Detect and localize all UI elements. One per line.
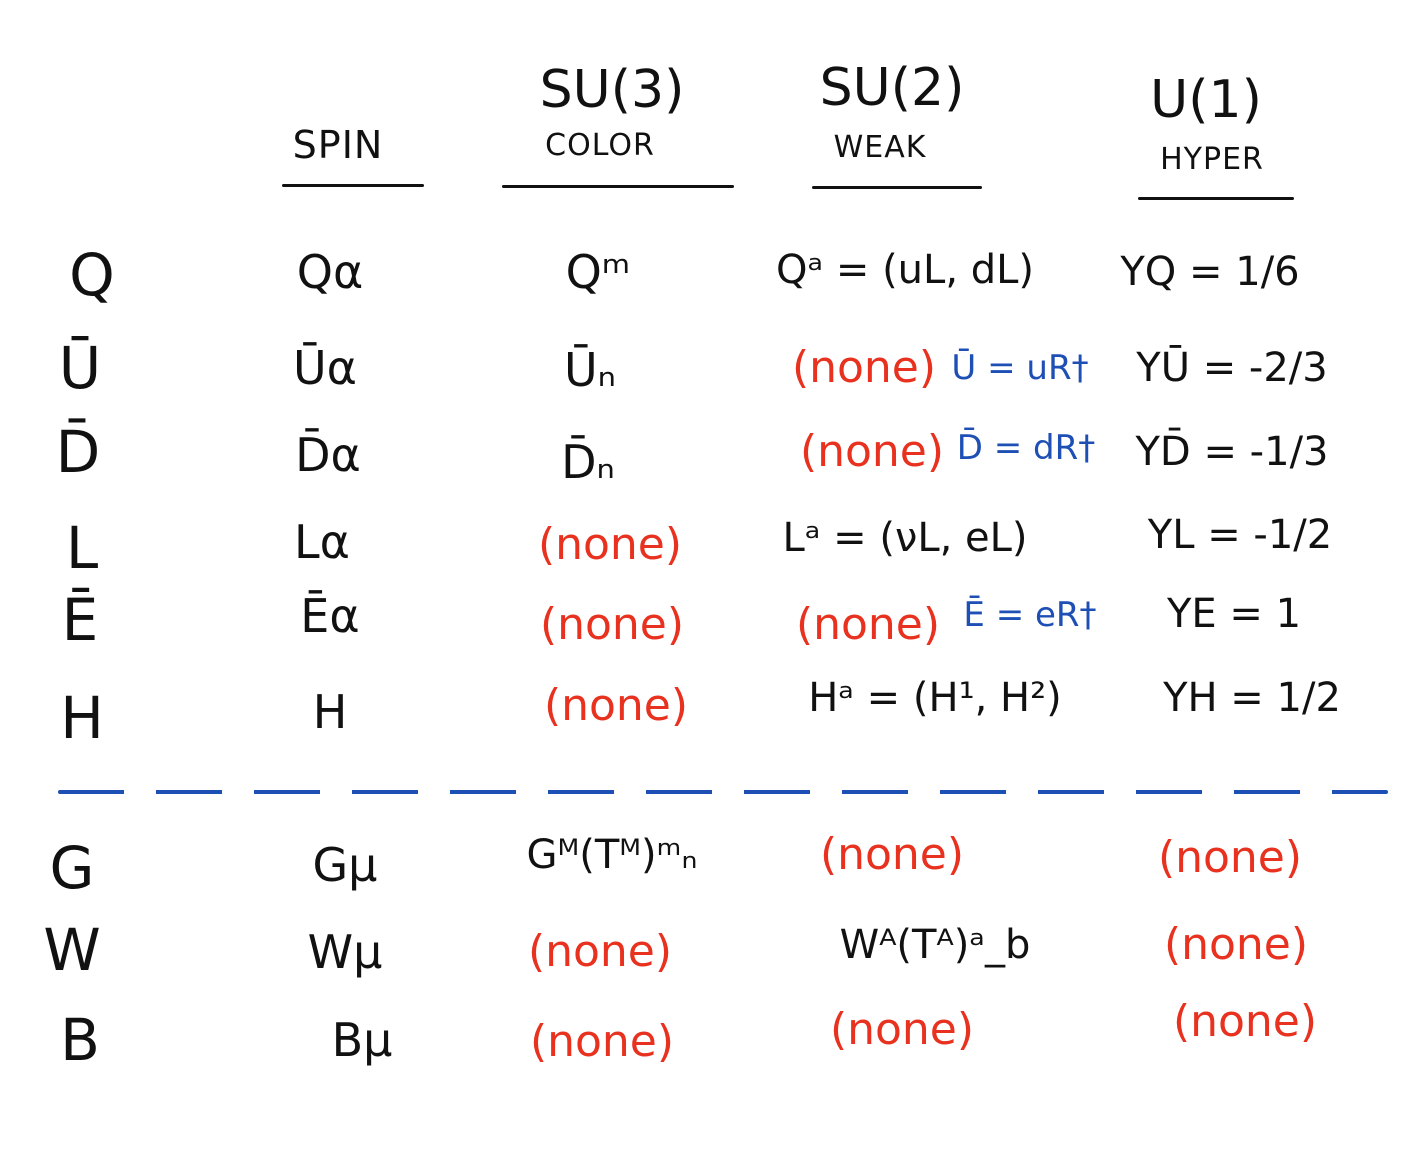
weak-note: Ū = uR† [951,348,1089,388]
header-hyper-label: HYPER [1160,142,1264,177]
header-weak-label: WEAK [833,130,927,165]
hyper-entry: YŪ = -2/3 [1136,345,1328,391]
header-weak-underline [812,186,982,189]
field-name: Ē [61,586,99,654]
spin-entry: D̄α [295,428,361,482]
field-name: L [65,514,99,582]
weak-none-label: (none) [795,599,941,650]
weak-entry: Qᵃ = (uL, dL) [775,247,1035,293]
color-none-label: (none) [539,599,685,650]
hyper-none-label: (none) [1172,996,1318,1047]
dashed-divider [58,790,1388,794]
header-color-underline [502,185,734,188]
header-weak-group: SU(2) [819,58,965,118]
weak-entry: Lᵃ = (νL, eL) [782,515,1028,561]
color-none-label: (none) [543,680,689,731]
field-name: W [43,916,101,984]
weak-none-label: (none) [799,426,945,477]
spin-entry: Wμ [307,925,383,979]
field-name: G [49,834,95,902]
spin-entry: Bμ [331,1013,393,1067]
weak-none-label: (none) [819,829,965,880]
weak-none-label: (none) [829,1004,975,1055]
color-none-label: (none) [529,1016,675,1067]
field-name: B [60,1006,100,1074]
spin-entry: Qα [296,245,364,299]
weak-note: D̄ = dR† [956,428,1096,468]
field-name: Ū [58,334,102,402]
header-spin-underline [282,184,424,187]
header-color-label: COLOR [545,128,655,163]
header-color-group: SU(3) [539,60,685,120]
color-entry: D̄ₙ [561,435,615,489]
header-hyper-underline [1138,197,1294,200]
color-none-label: (none) [537,519,683,570]
field-name: D̄ [55,418,101,486]
spin-entry: Ūα [293,341,357,395]
field-name: Q [69,241,115,309]
hyper-entry: YD̄ = -1/3 [1135,429,1329,475]
hyper-entry: YL = -1/2 [1147,512,1333,558]
hyper-none-label: (none) [1157,832,1303,883]
header-spin: SPIN [292,123,384,167]
weak-entry: Wᴬ(Tᴬ)ᵃ_b [839,922,1031,968]
weak-note: Ē = eR† [963,595,1097,635]
hyper-none-label: (none) [1163,919,1309,970]
spin-entry: Ēα [300,589,360,643]
spin-entry: H [312,685,348,739]
color-entry: Ūₙ [564,343,616,397]
hyper-entry: YH = 1/2 [1163,675,1341,721]
weak-entry: Hᵃ = (H¹, H²) [808,675,1062,721]
color-entry: Qᵐ [565,245,631,299]
spin-entry: Gμ [312,838,378,892]
hyper-entry: YE = 1 [1166,591,1302,637]
color-none-label: (none) [527,926,673,977]
whiteboard-table: SPIN SU(3) COLOR SU(2) WEAK U(1) HYPER Q… [0,0,1418,1159]
spin-entry: Lα [294,515,350,569]
weak-none-label: (none) [791,342,937,393]
header-hyper-group: U(1) [1150,70,1262,130]
hyper-entry: YQ = 1/6 [1120,249,1300,295]
color-entry: Gᴹ(Tᴹ)ᵐₙ [526,832,698,878]
field-name: H [60,684,104,752]
